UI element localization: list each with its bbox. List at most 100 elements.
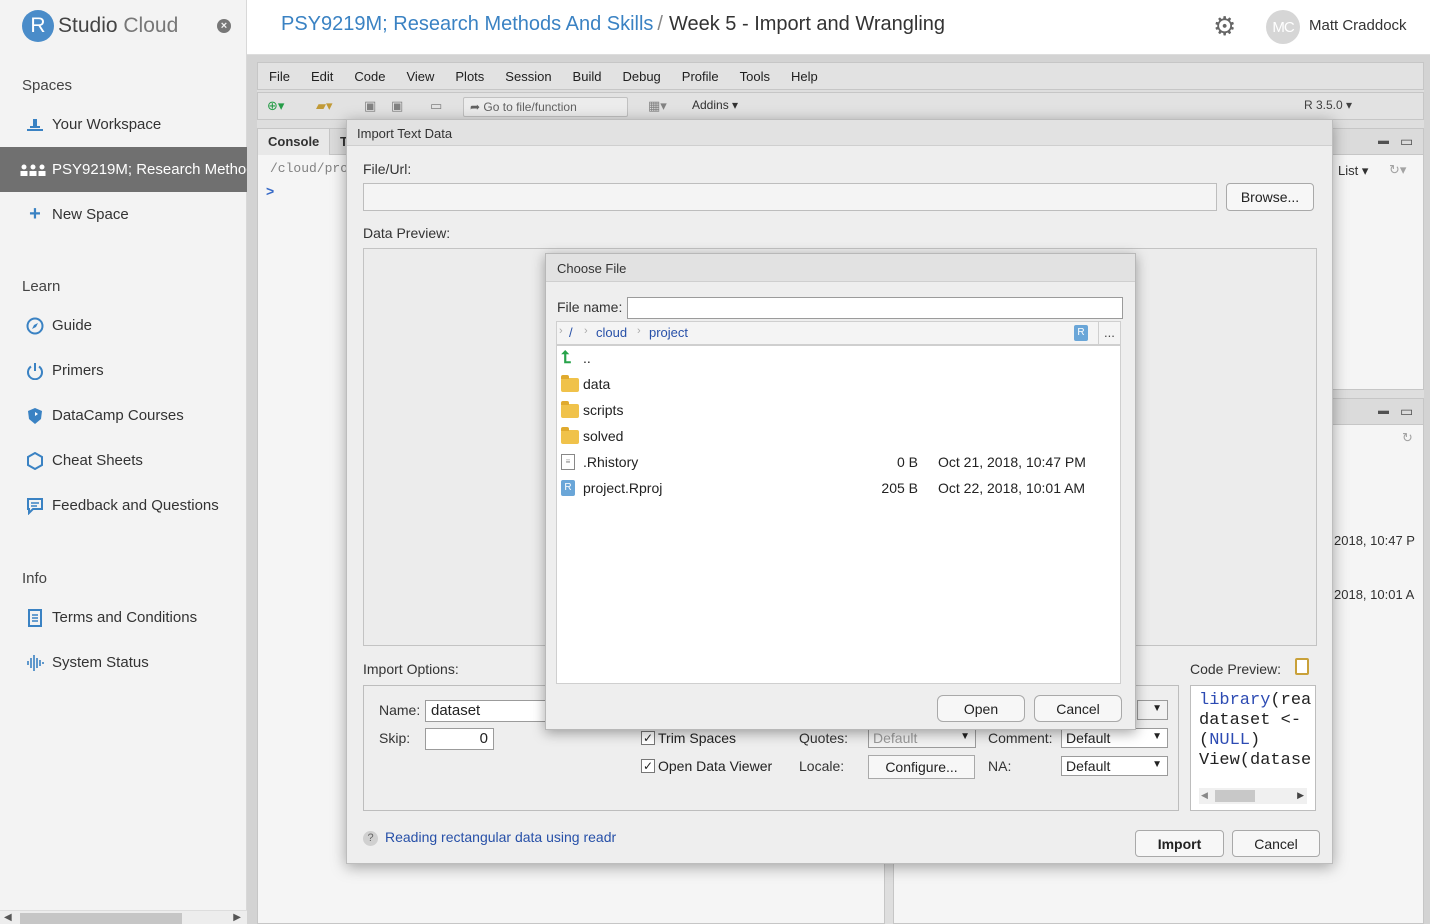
top-header: PSY9219M; Research Methods And Skills / We… — [247, 0, 1430, 55]
file-name-label: File name: — [557, 299, 623, 315]
folder-icon — [561, 401, 579, 418]
sidebar-item-guide[interactable]: Guide — [0, 303, 247, 348]
clipboard-icon[interactable] — [1295, 658, 1309, 675]
file-list: ⮤ .. data scripts solved ≡ .Rhistory 0 B… — [556, 345, 1121, 684]
info-heading: Info — [22, 570, 48, 587]
crumb-cloud[interactable]: cloud — [596, 325, 627, 340]
cancel-button[interactable]: Cancel — [1034, 695, 1122, 722]
sidebar-item-psy9219m[interactable]: PSY9219M; Research Methods And Skills — [0, 147, 247, 192]
sidebar-item-new-space[interactable]: + New Space — [0, 192, 247, 237]
scrollbar-thumb[interactable] — [20, 913, 182, 924]
list-item[interactable]: solved — [557, 424, 1120, 450]
quotes-select[interactable]: Default ▼ — [868, 728, 976, 748]
scroll-left-icon[interactable]: ◀ — [4, 912, 12, 923]
folder-icon — [561, 375, 579, 392]
file-name-input[interactable] — [627, 297, 1123, 319]
na-select[interactable]: Default ▼ — [1061, 756, 1168, 776]
learn-heading: Learn — [22, 278, 61, 295]
user-name[interactable]: Matt Craddock — [1309, 17, 1407, 34]
sidebar-item-terms[interactable]: Terms and Conditions — [0, 595, 247, 640]
code-preview-scrollbar[interactable]: ◀ ▶ — [1199, 788, 1307, 804]
na-label: NA: — [988, 758, 1012, 774]
file-url-label: File/Url: — [363, 161, 412, 177]
open-data-viewer-checkbox[interactable]: ✓ Open Data Viewer — [641, 758, 772, 774]
sidebar-item-label: Primers — [52, 362, 104, 379]
gear-icon[interactable]: ⚙ — [1213, 13, 1236, 39]
history-file-icon: ≡ — [561, 454, 575, 470]
list-item[interactable]: ≡ .Rhistory 0 B Oct 21, 2018, 10:47 PM — [557, 450, 1120, 476]
list-item[interactable]: scripts — [557, 398, 1120, 424]
list-item[interactable]: data — [557, 372, 1120, 398]
chevron-down-icon: ▼ — [960, 731, 970, 742]
check-icon: ✓ — [641, 759, 655, 773]
project-home-icon[interactable]: R — [1074, 325, 1088, 341]
dataset-name-input[interactable]: dataset — [425, 700, 555, 722]
file-modified: Oct 22, 2018, 10:01 AM — [938, 480, 1086, 496]
open-button[interactable]: Open — [937, 695, 1025, 722]
comment-select[interactable]: Default ▼ — [1061, 728, 1168, 748]
list-item[interactable]: R project.Rproj 205 B Oct 22, 2018, 10:0… — [557, 476, 1120, 502]
help-link[interactable]: Reading rectangular data using readr — [385, 829, 616, 845]
sidebar-item-cheat-sheets[interactable]: Cheat Sheets — [0, 438, 247, 483]
skip-input[interactable]: 0 — [425, 728, 494, 750]
close-sidebar-icon[interactable]: × — [217, 19, 231, 33]
rstudio-cloud-logo[interactable]: R Studio Cloud — [22, 10, 178, 42]
sidebar-item-your-workspace[interactable]: Your Workspace — [0, 102, 247, 147]
chat-icon — [24, 497, 46, 515]
file-url-input[interactable] — [363, 183, 1217, 211]
import-options-label: Import Options: — [363, 661, 459, 677]
breadcrumb-separator: / — [657, 13, 663, 35]
file-size: 205 B — [881, 480, 918, 496]
import-button[interactable]: Import — [1135, 830, 1224, 857]
sidebar-item-system-status[interactable]: System Status — [0, 640, 247, 685]
cancel-button[interactable]: Cancel — [1232, 830, 1320, 857]
sidebar-item-label: Cheat Sheets — [52, 452, 143, 469]
scroll-right-icon[interactable]: ▶ — [233, 912, 241, 923]
sidebar-scrollbar[interactable]: ◀ ▶ — [0, 910, 247, 924]
code-line: library(rea — [1199, 691, 1312, 710]
file-modified: Oct 21, 2018, 10:47 PM — [938, 454, 1086, 470]
chevron-right-icon: › — [637, 325, 641, 337]
code-line: View(datase — [1199, 751, 1312, 770]
sidebar-item-label: Terms and Conditions — [52, 609, 198, 626]
breadcrumb-project-link[interactable]: PSY9219M; Research Methods And Skills — [281, 13, 653, 35]
code-preview: library(rea dataset <- (NULL) View(datas… — [1190, 685, 1316, 811]
sidebar-item-label: Feedback and Questions — [52, 497, 219, 514]
spaces-heading: Spaces — [22, 77, 73, 94]
data-preview-label: Data Preview: — [363, 225, 451, 241]
file-name: .. — [583, 350, 591, 366]
crumb-project[interactable]: project — [649, 325, 688, 340]
help-icon[interactable]: ? — [363, 831, 378, 846]
browse-button[interactable]: Browse... — [1226, 183, 1314, 211]
locale-label: Locale: — [799, 758, 845, 774]
crumb-root[interactable]: / — [569, 325, 573, 340]
file-name: .Rhistory — [583, 454, 639, 470]
scrollbar-thumb[interactable] — [1215, 790, 1255, 802]
trim-spaces-checkbox[interactable]: ✓ Trim Spaces — [641, 730, 736, 746]
shield-icon — [24, 407, 46, 425]
scroll-right-icon[interactable]: ▶ — [1297, 790, 1304, 801]
check-icon: ✓ — [641, 731, 655, 745]
sidebar-item-feedback[interactable]: Feedback and Questions — [0, 483, 247, 528]
code-line: (NULL) — [1199, 731, 1261, 750]
sidebar-item-primers[interactable]: Primers — [0, 348, 247, 393]
chevron-down-icon: ▼ — [1152, 759, 1162, 770]
chevron-down-icon: ▼ — [1152, 703, 1162, 714]
list-item[interactable]: ⮤ .. — [557, 346, 1120, 372]
scroll-left-icon[interactable]: ◀ — [1201, 790, 1208, 801]
compass-icon — [24, 317, 46, 335]
file-size: 0 B — [896, 454, 918, 470]
hexagon-icon — [24, 451, 46, 470]
delimiter-select[interactable]: ▼ — [1137, 700, 1168, 720]
more-options-button[interactable]: ... — [1098, 322, 1120, 344]
sidebar-item-label: New Space — [52, 206, 129, 223]
quotes-label: Quotes: — [799, 730, 849, 746]
configure-button[interactable]: Configure... — [868, 755, 975, 779]
comment-label: Comment: — [988, 730, 1053, 746]
page-title[interactable]: Week 5 - Import and Wrangling — [669, 13, 945, 35]
sidebar-item-datacamp[interactable]: DataCamp Courses — [0, 393, 247, 438]
avatar[interactable]: MC — [1266, 10, 1300, 44]
folder-icon — [561, 427, 579, 444]
code-preview-label: Code Preview: — [1190, 661, 1282, 677]
rproj-file-icon: R — [561, 480, 575, 496]
